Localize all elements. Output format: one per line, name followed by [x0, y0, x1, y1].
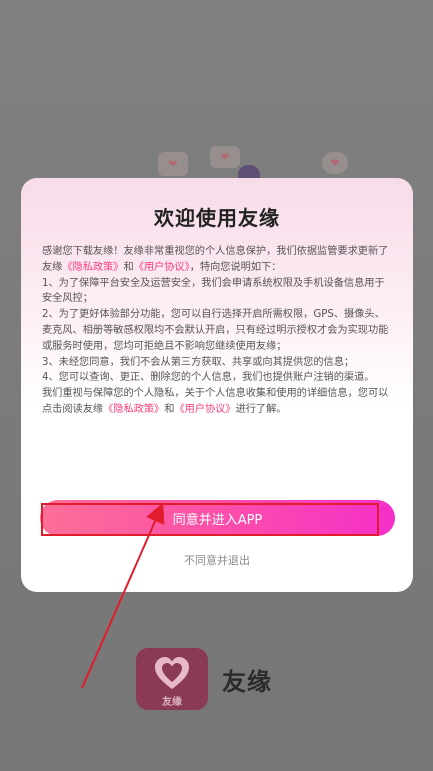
dialog-title: 欢迎使用友缘: [154, 206, 280, 230]
heart-card-decoration: ❤: [210, 146, 240, 168]
dialog-body: 感谢您下载友缘！友缘非常重视您的个人信息保护，我们依据监管要求更新了友缘《隐私政…: [42, 244, 394, 418]
app-logo-subtext: 友缘: [162, 697, 182, 708]
item-1: 1、为了保障平台安全及运营安全，我们会申请系统权限及手机设备信息用于安全风控；: [42, 277, 385, 305]
heart-icon: [155, 657, 189, 689]
app-logo-icon: 友缘: [136, 648, 208, 710]
privacy-dialog: 欢迎使用友缘 感谢您下载友缘！友缘非常重视您的个人信息保护，我们依据监管要求更新…: [21, 178, 413, 592]
intro-suffix-text: ，特向您说明如下：: [189, 261, 282, 273]
agree-button[interactable]: 同意并进入APP: [40, 500, 395, 536]
item-2: 2、为了更好体验部分功能，您可以自行选择开启所需权限，GPS、摄像头、麦克风、相…: [42, 309, 389, 352]
heart-icon: ❤: [168, 157, 178, 171]
item-3: 3、未经您同意，我们不会从第三方获取、共享或向其提供您的信息；: [42, 356, 355, 368]
heart-icon: ❤: [330, 156, 340, 170]
app-logo: 友缘 友缘: [136, 648, 272, 710]
decline-button[interactable]: 不同意并退出: [21, 551, 413, 569]
outro-paragraph: 我们重视与保障您的个人隐私，关于个人信息收集和使用的详细信息，您可以点击阅读友缘…: [42, 386, 394, 418]
item-4: 4、您可以查询、更正、删除您的个人信息，我们也提供账户注销的渠道。: [42, 372, 375, 384]
and-text: 和: [164, 403, 175, 415]
and-text: 和: [123, 261, 134, 273]
privacy-policy-link[interactable]: 《隐私政策》: [62, 262, 123, 273]
heart-bubble-decoration: ❤: [322, 152, 348, 174]
screen: ❤ ❤ ❤ 欢迎使用友缘 感谢您下载友缘！友缘非常重视您的个人信息保护，我们依据…: [0, 0, 433, 771]
privacy-policy-link[interactable]: 《隐私政策》: [103, 404, 164, 415]
heart-card-decoration: ❤: [158, 152, 188, 176]
app-name: 友缘: [222, 667, 272, 696]
outro-suffix-text: 进行了解。: [235, 403, 287, 415]
user-agreement-link[interactable]: 《用户协议》: [174, 404, 235, 415]
user-agreement-link[interactable]: 《用户协议》: [134, 262, 190, 273]
heart-icon: ❤: [220, 150, 230, 164]
intro-paragraph: 感谢您下载友缘！友缘非常重视您的个人信息保护，我们依据监管要求更新了友缘《隐私政…: [42, 244, 394, 276]
